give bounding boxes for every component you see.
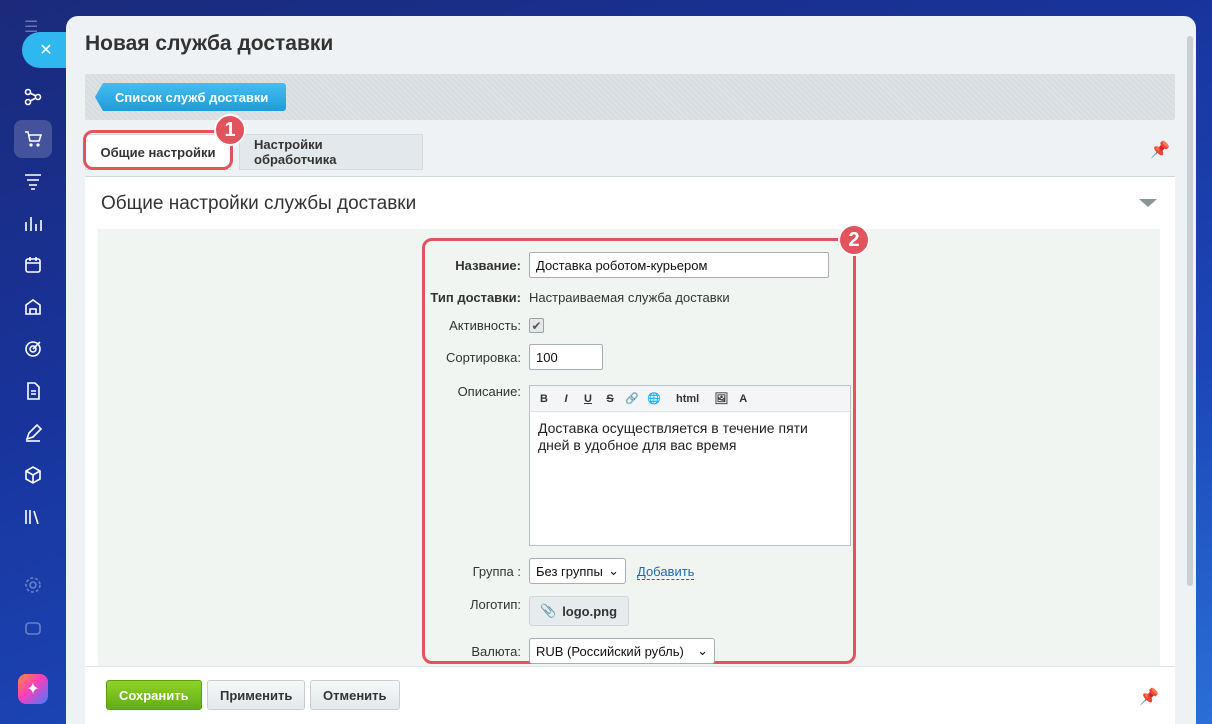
sort-input[interactable]: [529, 344, 603, 370]
checkmark-icon: ✔: [531, 318, 542, 333]
footer-bar: Сохранить Применить Отменить 📌: [85, 666, 1175, 724]
footer-pin-icon[interactable]: 📌: [1139, 687, 1159, 707]
font-icon[interactable]: A: [735, 393, 751, 405]
pin-icon[interactable]: 📌: [1150, 140, 1170, 160]
logo-label: Логотип:: [469, 597, 521, 612]
type-value: Настраиваемая служба доставки: [529, 290, 730, 305]
badge-2: 2: [838, 224, 870, 256]
page-title: Новая служба доставки: [85, 32, 334, 55]
bold-button[interactable]: B: [536, 393, 552, 405]
strike-button[interactable]: S: [602, 393, 618, 405]
description-editor: B I U S 🔗 🌐 html 🖼 A Доставка осуществля…: [529, 385, 851, 546]
group-add-link[interactable]: Добавить: [637, 564, 695, 580]
underline-button[interactable]: U: [580, 393, 596, 405]
books-icon[interactable]: [18, 502, 48, 532]
name-label: Название:: [455, 258, 521, 273]
sort-label: Сортировка:: [446, 350, 521, 365]
highlight-frame-1: [83, 130, 233, 170]
currency-label: Валюта:: [471, 644, 521, 659]
copilot-icon[interactable]: ✦: [18, 674, 48, 704]
tab-handler-settings[interactable]: Настройки обработчика: [239, 134, 423, 170]
box-icon[interactable]: [18, 460, 48, 490]
logo-filename: logo.png: [562, 603, 618, 619]
store-icon[interactable]: [18, 292, 48, 322]
chevron-down-icon: ⌄: [608, 563, 619, 578]
editor-toolbar: B I U S 🔗 🌐 html 🖼 A: [530, 386, 850, 412]
html-mode-button[interactable]: html: [668, 393, 707, 405]
settings-icon[interactable]: [18, 570, 48, 600]
paperclip-icon: 📎: [540, 603, 557, 618]
group-label: Группа :: [472, 564, 521, 579]
currency-select-value: RUB (Российский рубль): [536, 643, 684, 659]
left-rail: ☰ ✕ ✦: [0, 0, 66, 724]
target-icon[interactable]: [18, 334, 48, 364]
italic-button[interactable]: I: [558, 393, 574, 405]
logo-file-button[interactable]: 📎 logo.png: [529, 596, 629, 626]
group-select[interactable]: Без группы ⌄: [529, 558, 626, 584]
slider-window: Новая служба доставки Список служб доста…: [66, 16, 1196, 724]
calendar-icon[interactable]: [18, 250, 48, 280]
chart-icon[interactable]: [18, 208, 48, 238]
active-checkbox[interactable]: ✔: [529, 318, 544, 333]
collapse-caret-icon[interactable]: [1139, 199, 1157, 207]
chevron-down-icon: ⌄: [697, 643, 708, 658]
chat-icon[interactable]: [18, 614, 48, 644]
link-icon[interactable]: 🔗: [624, 392, 640, 405]
delivery-list-button[interactable]: Список служб доставки: [95, 83, 287, 111]
name-input[interactable]: [529, 252, 829, 278]
scrollbar[interactable]: [1187, 36, 1193, 586]
currency-select[interactable]: RUB (Российский рубль) ⌄: [529, 638, 715, 664]
document-icon[interactable]: [18, 376, 48, 406]
active-label: Активность:: [449, 318, 521, 333]
group-select-value: Без группы: [536, 563, 603, 579]
image-icon[interactable]: 🖼: [713, 392, 729, 405]
flow-icon[interactable]: [18, 82, 48, 112]
breadcrumb: Список служб доставки: [85, 74, 1175, 120]
type-label: Тип доставки:: [430, 290, 521, 305]
filter-icon[interactable]: [18, 166, 48, 196]
close-slider-button[interactable]: ✕: [22, 32, 66, 68]
unlink-icon[interactable]: 🌐: [646, 392, 662, 405]
cancel-button[interactable]: Отменить: [310, 680, 400, 710]
badge-1: 1: [214, 114, 246, 146]
description-text[interactable]: Доставка осуществляется в течение пяти д…: [530, 412, 850, 462]
close-icon: ✕: [39, 42, 53, 59]
apply-button[interactable]: Применить: [207, 680, 306, 710]
save-button[interactable]: Сохранить: [106, 680, 202, 710]
cart-icon[interactable]: [14, 120, 52, 158]
pen-icon[interactable]: [18, 418, 48, 448]
description-label: Описание:: [457, 384, 521, 399]
panel-title: Общие настройки службы доставки: [101, 193, 417, 214]
